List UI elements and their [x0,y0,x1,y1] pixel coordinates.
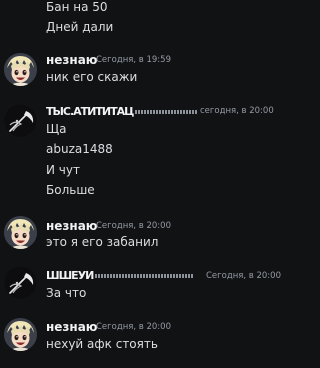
author-name[interactable]: ТЫС.АТИТИТАЦ [46,105,198,118]
author-name-text: ТЫС.АТИТИТАЦ [46,105,134,118]
author-name-text: ШШЕУИ [46,269,94,282]
author-name[interactable]: незнаю [46,320,97,335]
user-avatar[interactable] [4,216,37,249]
user-avatar[interactable] [4,104,37,137]
author-name[interactable]: незнаю [46,219,97,234]
message-text: нехуй афк стоять [46,337,158,351]
author-name[interactable]: ШШЕУИ [46,269,194,282]
glitch-artifact [95,274,194,278]
anime-avatar-icon [4,216,37,249]
message-text: Дней дали [46,20,114,34]
message-timestamp: Сегодня, в 19:59 [96,55,171,65]
glitch-artifact [135,110,198,114]
user-avatar[interactable] [4,53,37,86]
author-name[interactable]: незнаю [46,53,97,68]
scythe-avatar-icon [4,266,37,299]
message-timestamp: Сегодня, в 20:00 [206,271,281,281]
anime-avatar-icon [4,53,37,86]
message-timestamp: Сегодня, в 20:00 [96,322,171,332]
message-text: За что [46,286,87,300]
anime-avatar-icon [4,318,37,351]
message-text: Ща [46,122,67,136]
message-timestamp: Сегодня, в 20:00 [96,221,171,231]
message-text: И чут [46,163,80,177]
user-avatar[interactable] [4,266,37,299]
message-text: ник его скажи [46,70,138,84]
chat-log: Бан на 50 Дней дали незнаю Сегодня, в 19… [0,0,281,368]
message-timestamp: сегодня, в 20:00 [200,106,274,116]
message-text: Больше [46,183,95,197]
user-avatar[interactable] [4,318,37,351]
message-text: это я его забанил [46,235,159,249]
scythe-avatar-icon [4,104,37,137]
message-text: Бан на 50 [46,0,108,14]
message-text: abuza1488 [46,142,113,156]
